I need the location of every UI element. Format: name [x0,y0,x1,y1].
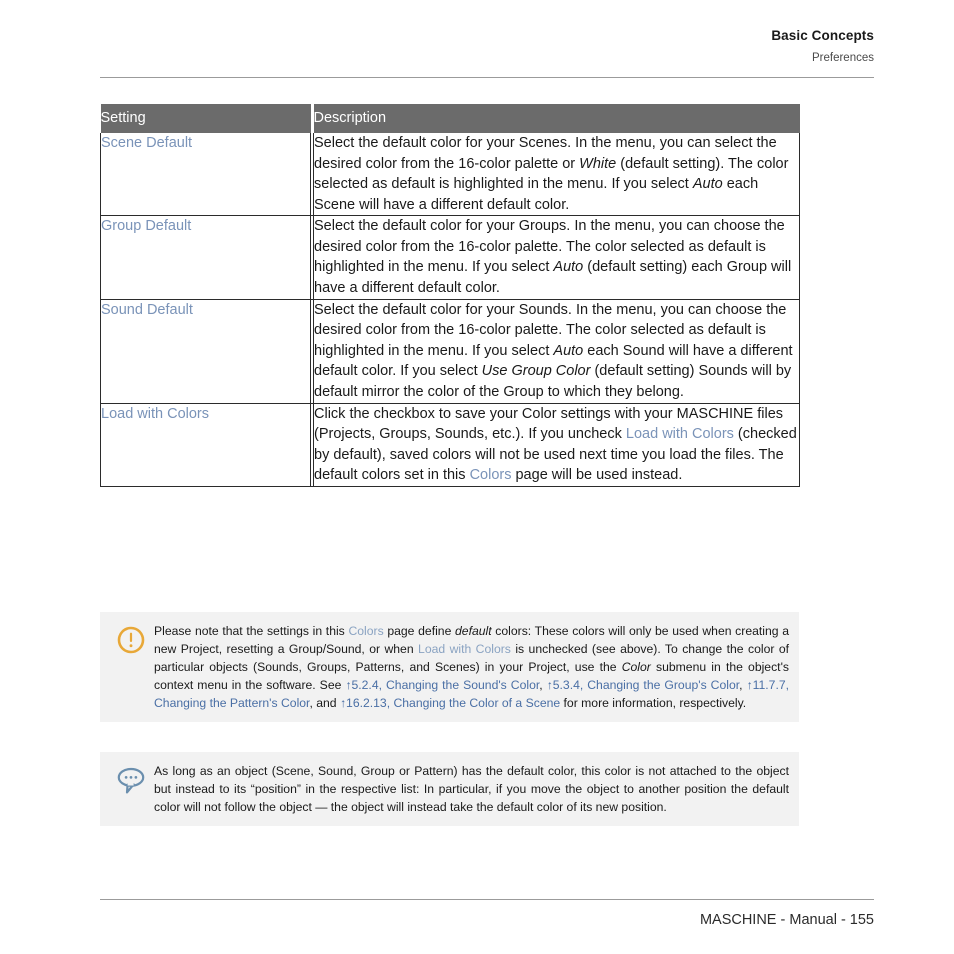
tip-callout-text: As long as an object (Scene, Sound, Grou… [154,762,793,816]
emphasis-text: Auto [553,259,584,276]
emphasis-text: White [579,155,617,172]
footer-divider [100,899,874,900]
inline-link[interactable]: Colors [348,624,383,638]
exclamation-circle-icon [108,622,154,655]
table-header: Setting Description [100,104,800,133]
table-row: Group Default Select the default color f… [100,215,800,300]
setting-name-load-with-colors: Load with Colors [100,403,311,487]
speech-bubble-icon [108,762,154,795]
column-header-description: Description [313,104,800,133]
table-row: Scene Default Select the default color f… [100,133,800,217]
settings-table: Setting Description Scene Default Select… [100,104,800,487]
emphasis-text: Use Group Color [481,363,591,380]
header-divider [100,77,874,78]
inline-link[interactable]: Load with Colors [626,426,734,442]
rich-text: Select the default color for your Groups… [314,218,792,297]
table-row: Sound Default Select the default color f… [100,299,800,404]
rich-text: Please note that the settings in this Co… [154,624,790,711]
tip-callout: As long as an object (Scene, Sound, Grou… [100,752,799,827]
warning-callout: Please note that the settings in this Co… [100,612,799,723]
running-header: Basic Concepts Preferences [100,28,874,65]
setting-name-sound-default: Sound Default [100,299,311,404]
document-page: Basic Concepts Preferences Setting Descr… [0,0,954,954]
emphasis-text: Auto [692,176,723,193]
inline-link[interactable]: ↑5.3.4, Changing the Group's Color [547,678,739,692]
section-title: Preferences [811,51,874,64]
column-header-setting: Setting [100,104,311,133]
footer-text: MASCHINE - Manual - 155 [699,912,874,928]
description-scene-default: Select the default color for your Scenes… [313,133,800,217]
description-group-default: Select the default color for your Groups… [313,215,800,300]
emphasis-text: default [455,624,492,638]
description-sound-default: Select the default color for your Sounds… [313,299,800,404]
inline-link[interactable]: ↑5.2.4, Changing the Sound's Color [345,678,539,692]
rich-text: Select the default color for your Sounds… [314,301,793,400]
description-load-with-colors: Click the checkbox to save your Color se… [313,403,800,487]
table-body: Scene Default Select the default color f… [100,133,800,487]
rich-text: Click the checkbox to save your Color se… [314,405,797,484]
setting-name-group-default: Group Default [100,215,311,300]
inline-link[interactable]: Colors [470,467,512,483]
table-row: Load with Colors Click the checkbox to s… [100,403,800,487]
rich-text: As long as an object (Scene, Sound, Grou… [154,764,789,815]
table-header-row: Setting Description [100,104,800,133]
chapter-title: Basic Concepts [771,28,874,43]
setting-name-scene-default: Scene Default [100,133,311,217]
warning-callout-text: Please note that the settings in this Co… [154,622,793,712]
inline-link[interactable]: ↑16.2.13, Changing the Color of a Scene [340,696,560,710]
emphasis-text: Auto [553,342,584,359]
inline-link[interactable]: Load with Colors [418,642,511,656]
rich-text: Select the default color for your Scenes… [314,135,789,213]
emphasis-text: Color [621,660,651,675]
